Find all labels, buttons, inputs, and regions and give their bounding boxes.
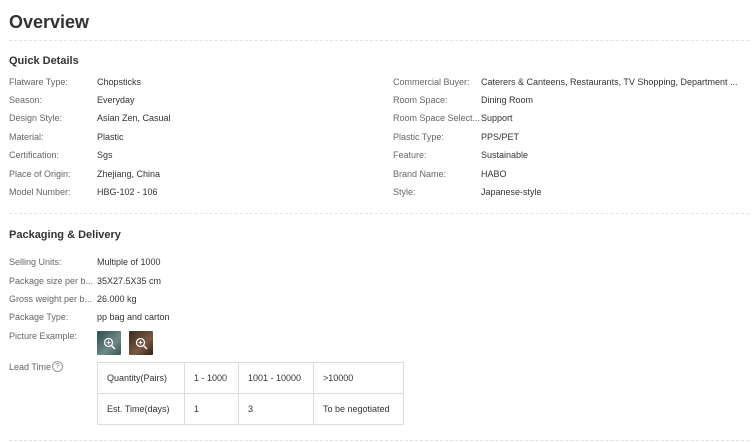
lead-time-table: Quantity(Pairs) 1 - 1000 1001 - 10000 >1…	[97, 362, 404, 425]
table-cell: >10000	[313, 362, 404, 394]
detail-value: HBG-102 - 106	[97, 187, 158, 197]
table-cell: Quantity(Pairs)	[97, 362, 185, 394]
packaging-value: 26.000 kg	[97, 294, 137, 304]
detail-label: Plastic Type:	[393, 132, 444, 142]
packaging-value: Multiple of 1000	[97, 257, 161, 267]
zoom-in-icon	[103, 337, 115, 349]
packaging-value: pp bag and carton	[97, 312, 170, 322]
page-title: Overview	[9, 12, 90, 32]
detail-label: Flatware Type:	[9, 77, 68, 87]
picture-example-label: Picture Example:	[9, 331, 78, 341]
detail-value: Everyday	[97, 95, 135, 105]
table-cell: To be negotiated	[313, 393, 404, 425]
divider	[9, 213, 749, 214]
table-cell: 3	[238, 393, 314, 425]
detail-label: Design Style:	[9, 113, 63, 123]
table-cell: 1 - 1000	[184, 362, 239, 394]
table-row: Quantity(Pairs) 1 - 1000 1001 - 10000 >1…	[97, 362, 404, 394]
packaging-title: Packaging & Delivery	[9, 229, 121, 241]
detail-label: Season:	[9, 95, 43, 105]
detail-value: Japanese-style	[481, 187, 542, 197]
detail-value: Zhejiang, China	[97, 169, 161, 179]
detail-value: Sgs	[97, 150, 113, 160]
detail-label: Room Space:	[393, 95, 448, 105]
detail-value: Plastic	[97, 132, 124, 142]
packaging-value: 35X27.5X35 cm	[97, 276, 162, 286]
detail-value: Chopsticks	[97, 77, 142, 87]
detail-label: Style:	[393, 187, 416, 197]
product-overview: Overview Quick Details Flatware Type: Ch…	[0, 0, 753, 443]
packaging-label: Package Type:	[9, 312, 69, 322]
divider	[9, 440, 749, 441]
packaging-label: Package size per b...	[9, 276, 94, 286]
detail-label: Brand Name:	[393, 169, 447, 179]
detail-label: Feature:	[393, 150, 427, 160]
detail-label: Commercial Buyer:	[393, 77, 470, 87]
detail-label: Certification:	[9, 150, 60, 160]
detail-value: PPS/PET	[481, 132, 520, 142]
packaging-label: Selling Units:	[9, 257, 62, 267]
detail-label: Room Space Select...	[393, 113, 480, 123]
detail-value: Asian Zen, Casual	[97, 113, 171, 123]
detail-value: Dining Room	[481, 95, 534, 105]
table-cell: 1	[184, 393, 239, 425]
lead-time-label-row: Lead Time ?	[9, 361, 64, 372]
table-cell: 1001 - 10000	[238, 362, 314, 394]
table-cell: Est. Time(days)	[97, 393, 185, 425]
detail-value: Support	[481, 113, 513, 123]
detail-value: HABO	[481, 169, 507, 179]
table-row: Est. Time(days) 1 3 To be negotiated	[97, 393, 404, 425]
packaging-label: Gross weight per b...	[9, 294, 93, 304]
picture-thumbnail[interactable]	[97, 331, 121, 355]
zoom-in-icon	[135, 337, 147, 349]
lead-time-label: Lead Time	[9, 361, 52, 372]
quick-details-title: Quick Details	[9, 55, 79, 67]
detail-label: Material:	[9, 132, 44, 142]
detail-label: Place of Origin:	[9, 169, 71, 179]
question-circle-icon[interactable]: ?	[52, 361, 64, 372]
picture-thumbnail[interactable]	[129, 331, 153, 355]
detail-value: Sustainable	[481, 150, 529, 160]
detail-label: Model Number:	[9, 187, 71, 197]
detail-value: Caterers & Canteens, Restaurants, TV Sho…	[481, 77, 738, 87]
divider	[9, 40, 749, 41]
